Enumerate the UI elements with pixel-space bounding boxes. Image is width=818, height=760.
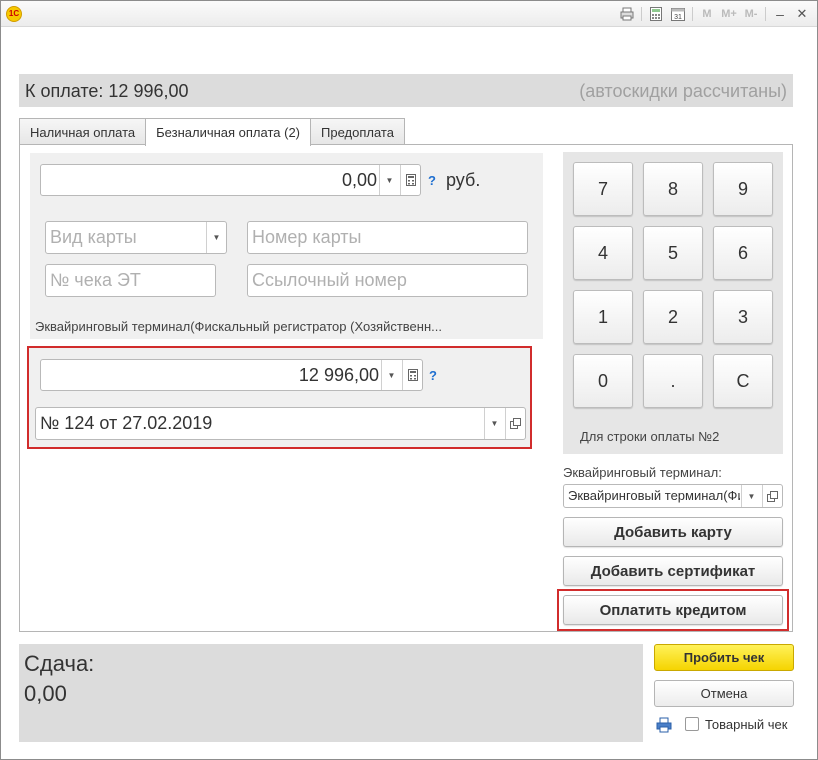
cancel-button[interactable]: Отмена — [654, 680, 794, 707]
key-3[interactable]: 3 — [713, 290, 773, 344]
app-logo-icon: 1C — [6, 6, 22, 22]
card-amount-value: 0,00 — [341, 170, 377, 190]
terminal-select[interactable]: Эквайринговый терминал(Фи ▼ — [563, 484, 783, 508]
minimize-button[interactable]: – — [769, 4, 791, 24]
calendar-day: 31 — [674, 14, 682, 21]
credit-amount-field[interactable]: 12 996,00 ▼ — [40, 359, 423, 391]
title-bar: 1C 31 M M+ M- – ✕ — [1, 1, 817, 27]
separator — [765, 7, 766, 21]
reference-number-placeholder: Ссылочный номер — [252, 270, 407, 290]
calculator-icon[interactable] — [402, 360, 422, 390]
card-number-placeholder: Номер карты — [252, 227, 362, 247]
chevron-down-icon[interactable]: ▼ — [484, 408, 504, 439]
keypad-row-note: Для строки оплаты №2 — [580, 429, 720, 444]
terminal-value: Эквайринговый терминал(Фи — [568, 488, 740, 503]
open-icon[interactable] — [505, 408, 525, 439]
key-8[interactable]: 8 — [643, 162, 703, 216]
payment-summary: К оплате: 12 996,00 (автоскидки рассчита… — [19, 74, 793, 107]
card-number-input[interactable]: Номер карты — [247, 221, 528, 254]
terminal-label: Эквайринговый терминал: — [563, 465, 722, 480]
card-amount-field[interactable]: 0,00 ▼ — [40, 164, 421, 196]
credit-document-value: № 124 от 27.02.2019 — [40, 413, 213, 433]
key-1[interactable]: 1 — [573, 290, 633, 344]
close-button[interactable]: ✕ — [791, 4, 813, 24]
memory-add-button[interactable]: M+ — [718, 4, 740, 24]
change-panel: Сдача: 0,00 — [19, 644, 643, 742]
print-receipt-button[interactable]: Пробить чек — [654, 644, 794, 671]
chevron-down-icon[interactable]: ▼ — [379, 165, 399, 195]
chevron-down-icon[interactable]: ▼ — [206, 222, 226, 253]
key-6[interactable]: 6 — [713, 226, 773, 280]
key-2[interactable]: 2 — [643, 290, 703, 344]
goods-receipt-checkbox[interactable] — [685, 717, 699, 731]
key-decimal[interactable]: . — [643, 354, 703, 408]
goods-receipt-label: Товарный чек — [705, 717, 788, 732]
add-card-button[interactable]: Добавить карту — [563, 517, 783, 547]
open-icon[interactable] — [762, 485, 782, 507]
credit-amount-value: 12 996,00 — [298, 365, 379, 385]
calculator-icon[interactable] — [400, 165, 420, 195]
tab-cashless[interactable]: Безналичная оплата (2) — [145, 118, 312, 146]
separator — [641, 7, 642, 21]
memory-subtract-button[interactable]: M- — [740, 4, 762, 24]
reference-number-input[interactable]: Ссылочный номер — [247, 264, 528, 297]
amount-due: К оплате: 12 996,00 — [25, 81, 189, 101]
receipt-number-input[interactable]: № чека ЭТ — [45, 264, 216, 297]
receipt-number-placeholder: № чека ЭТ — [50, 270, 141, 290]
key-5[interactable]: 5 — [643, 226, 703, 280]
chevron-down-icon[interactable]: ▼ — [741, 485, 761, 507]
title-bar-tools: 31 M M+ M- – ✕ — [616, 4, 813, 24]
key-0[interactable]: 0 — [573, 354, 633, 408]
change-value: 0,00 — [24, 681, 67, 706]
currency-unit: руб. — [446, 170, 481, 190]
credit-payment-section: 12 996,00 ▼ ? № 124 от 27.02.2019 ▼ — [27, 346, 532, 449]
tab-prepayment[interactable]: Предоплата — [310, 118, 405, 145]
help-icon[interactable]: ? — [429, 368, 437, 383]
printer-icon[interactable] — [656, 717, 672, 733]
calendar-icon[interactable]: 31 — [667, 4, 689, 24]
print-icon[interactable] — [616, 4, 638, 24]
tab-cash[interactable]: Наличная оплата — [19, 118, 147, 145]
chevron-down-icon[interactable]: ▼ — [381, 360, 401, 390]
separator — [692, 7, 693, 21]
calculator-icon[interactable] — [645, 4, 667, 24]
payment-tabs: Наличная оплата Безналичная оплата (2) П… — [19, 118, 405, 146]
key-9[interactable]: 9 — [713, 162, 773, 216]
card-type-placeholder: Вид карты — [50, 227, 137, 247]
card-type-select[interactable]: Вид карты ▼ — [45, 221, 227, 254]
card-payment-section: 0,00 ▼ ? руб. Вид карты ▼ Номер карты № … — [30, 153, 543, 339]
pay-credit-button[interactable]: Оплатить кредитом — [563, 595, 783, 625]
key-4[interactable]: 4 — [573, 226, 633, 280]
key-clear[interactable]: C — [713, 354, 773, 408]
credit-document-select[interactable]: № 124 от 27.02.2019 ▼ — [35, 407, 526, 440]
add-certificate-button[interactable]: Добавить сертификат — [563, 556, 783, 586]
help-icon[interactable]: ? — [428, 173, 436, 188]
key-7[interactable]: 7 — [573, 162, 633, 216]
numeric-keypad: 7 8 9 4 5 6 1 2 3 0 . C — [563, 152, 783, 454]
discounts-note: (автоскидки рассчитаны) — [579, 81, 787, 101]
memory-button[interactable]: M — [696, 4, 718, 24]
payment-window: 1C 31 M M+ M- – ✕ К оплате: 12 996,00 (а… — [0, 0, 818, 760]
change-label: Сдача: — [24, 651, 95, 676]
terminal-info: Эквайринговый терминал(Фискальный регист… — [35, 319, 442, 334]
